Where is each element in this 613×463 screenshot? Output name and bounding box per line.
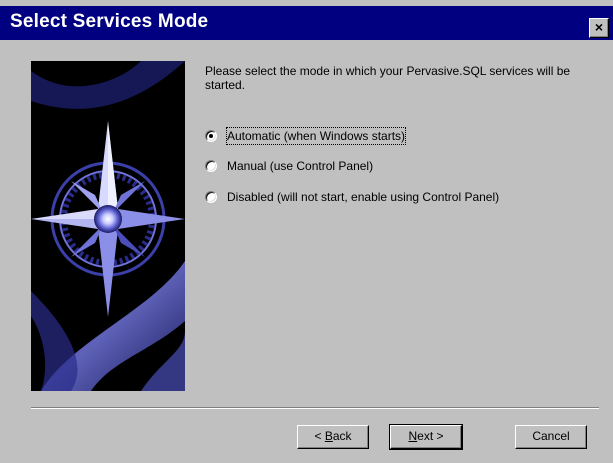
content-area: Please select the mode in which your Per… xyxy=(205,64,605,204)
next-button[interactable]: Next > xyxy=(389,424,463,450)
window-title: Select Services Mode xyxy=(10,11,209,32)
back-button-prefix: < xyxy=(314,429,325,443)
option-label-automatic: Automatic (when Windows starts) xyxy=(225,127,407,145)
next-button-rest: ext > xyxy=(417,429,444,443)
radio-button[interactable] xyxy=(205,191,217,203)
title-bar[interactable]: Select Services Mode × xyxy=(0,6,613,40)
next-button-mnemonic: N xyxy=(408,429,418,443)
radio-button[interactable] xyxy=(205,160,217,172)
cancel-button[interactable]: Cancel xyxy=(515,425,587,449)
option-label-disabled: Disabled (will not start, enable using C… xyxy=(227,190,500,204)
instruction-text: Please select the mode in which your Per… xyxy=(205,64,571,92)
button-separator xyxy=(31,407,599,409)
wizard-side-graphic xyxy=(31,61,185,391)
radio-dot-icon xyxy=(209,134,213,138)
compass-star-graphic xyxy=(31,61,185,391)
back-button-rest: ack xyxy=(332,429,352,443)
setup-dialog: Select Services Mode × Please select the… xyxy=(0,0,613,463)
back-button-mnemonic: B xyxy=(324,429,333,443)
close-icon[interactable]: × xyxy=(589,18,609,38)
back-button[interactable]: < Back xyxy=(297,425,369,449)
option-label-manual: Manual (use Control Panel) xyxy=(227,159,374,173)
radio-button-checked[interactable] xyxy=(205,130,217,142)
